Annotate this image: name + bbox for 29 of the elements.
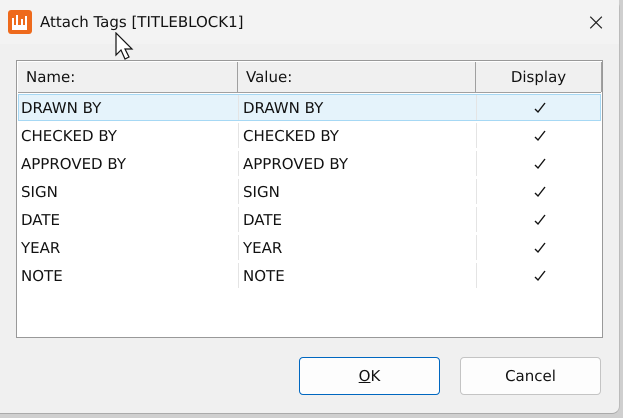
table-row[interactable]: CHECKED BY CHECKED BY bbox=[18, 122, 601, 149]
table-cell: SIGN bbox=[239, 179, 477, 204]
app-icon bbox=[8, 10, 32, 34]
column-header[interactable]: Name: bbox=[18, 62, 238, 92]
table-cell: DATE bbox=[239, 207, 477, 232]
close-button[interactable]: × bbox=[573, 2, 619, 42]
table-cell: YEAR bbox=[19, 235, 239, 260]
table-row[interactable]: DATE DATE bbox=[18, 206, 601, 233]
table-row[interactable]: YEAR YEAR bbox=[18, 234, 601, 261]
table-row[interactable]: APPROVED BY APPROVED BY bbox=[18, 150, 601, 177]
table-cell: APPROVED BY bbox=[19, 151, 239, 176]
table-cell: YEAR bbox=[239, 235, 477, 260]
column-header[interactable]: Value: bbox=[238, 62, 476, 92]
table-cell: NOTE bbox=[239, 263, 477, 288]
table-row[interactable]: NOTE NOTE bbox=[18, 262, 601, 289]
table-row[interactable]: SIGN SIGN bbox=[18, 178, 601, 205]
table-cell: DRAWN BY bbox=[19, 95, 239, 120]
table-row[interactable]: DRAWN BY DRAWN BY bbox=[18, 94, 601, 121]
table-cell: DATE bbox=[19, 207, 239, 232]
table-cell: SIGN bbox=[19, 179, 239, 204]
table-cell: CHECKED BY bbox=[19, 123, 239, 148]
window-title: Attach Tags [TITLEBLOCK1] bbox=[40, 13, 244, 31]
ok-button[interactable]: OK bbox=[299, 357, 440, 395]
table-cell: CHECKED BY bbox=[239, 123, 477, 148]
table-cell: DRAWN BY bbox=[239, 95, 477, 120]
table-cell: NOTE bbox=[19, 263, 239, 288]
table-cell: APPROVED BY bbox=[239, 151, 477, 176]
column-header[interactable]: Display bbox=[476, 62, 602, 92]
cancel-button[interactable]: Cancel bbox=[460, 357, 601, 395]
